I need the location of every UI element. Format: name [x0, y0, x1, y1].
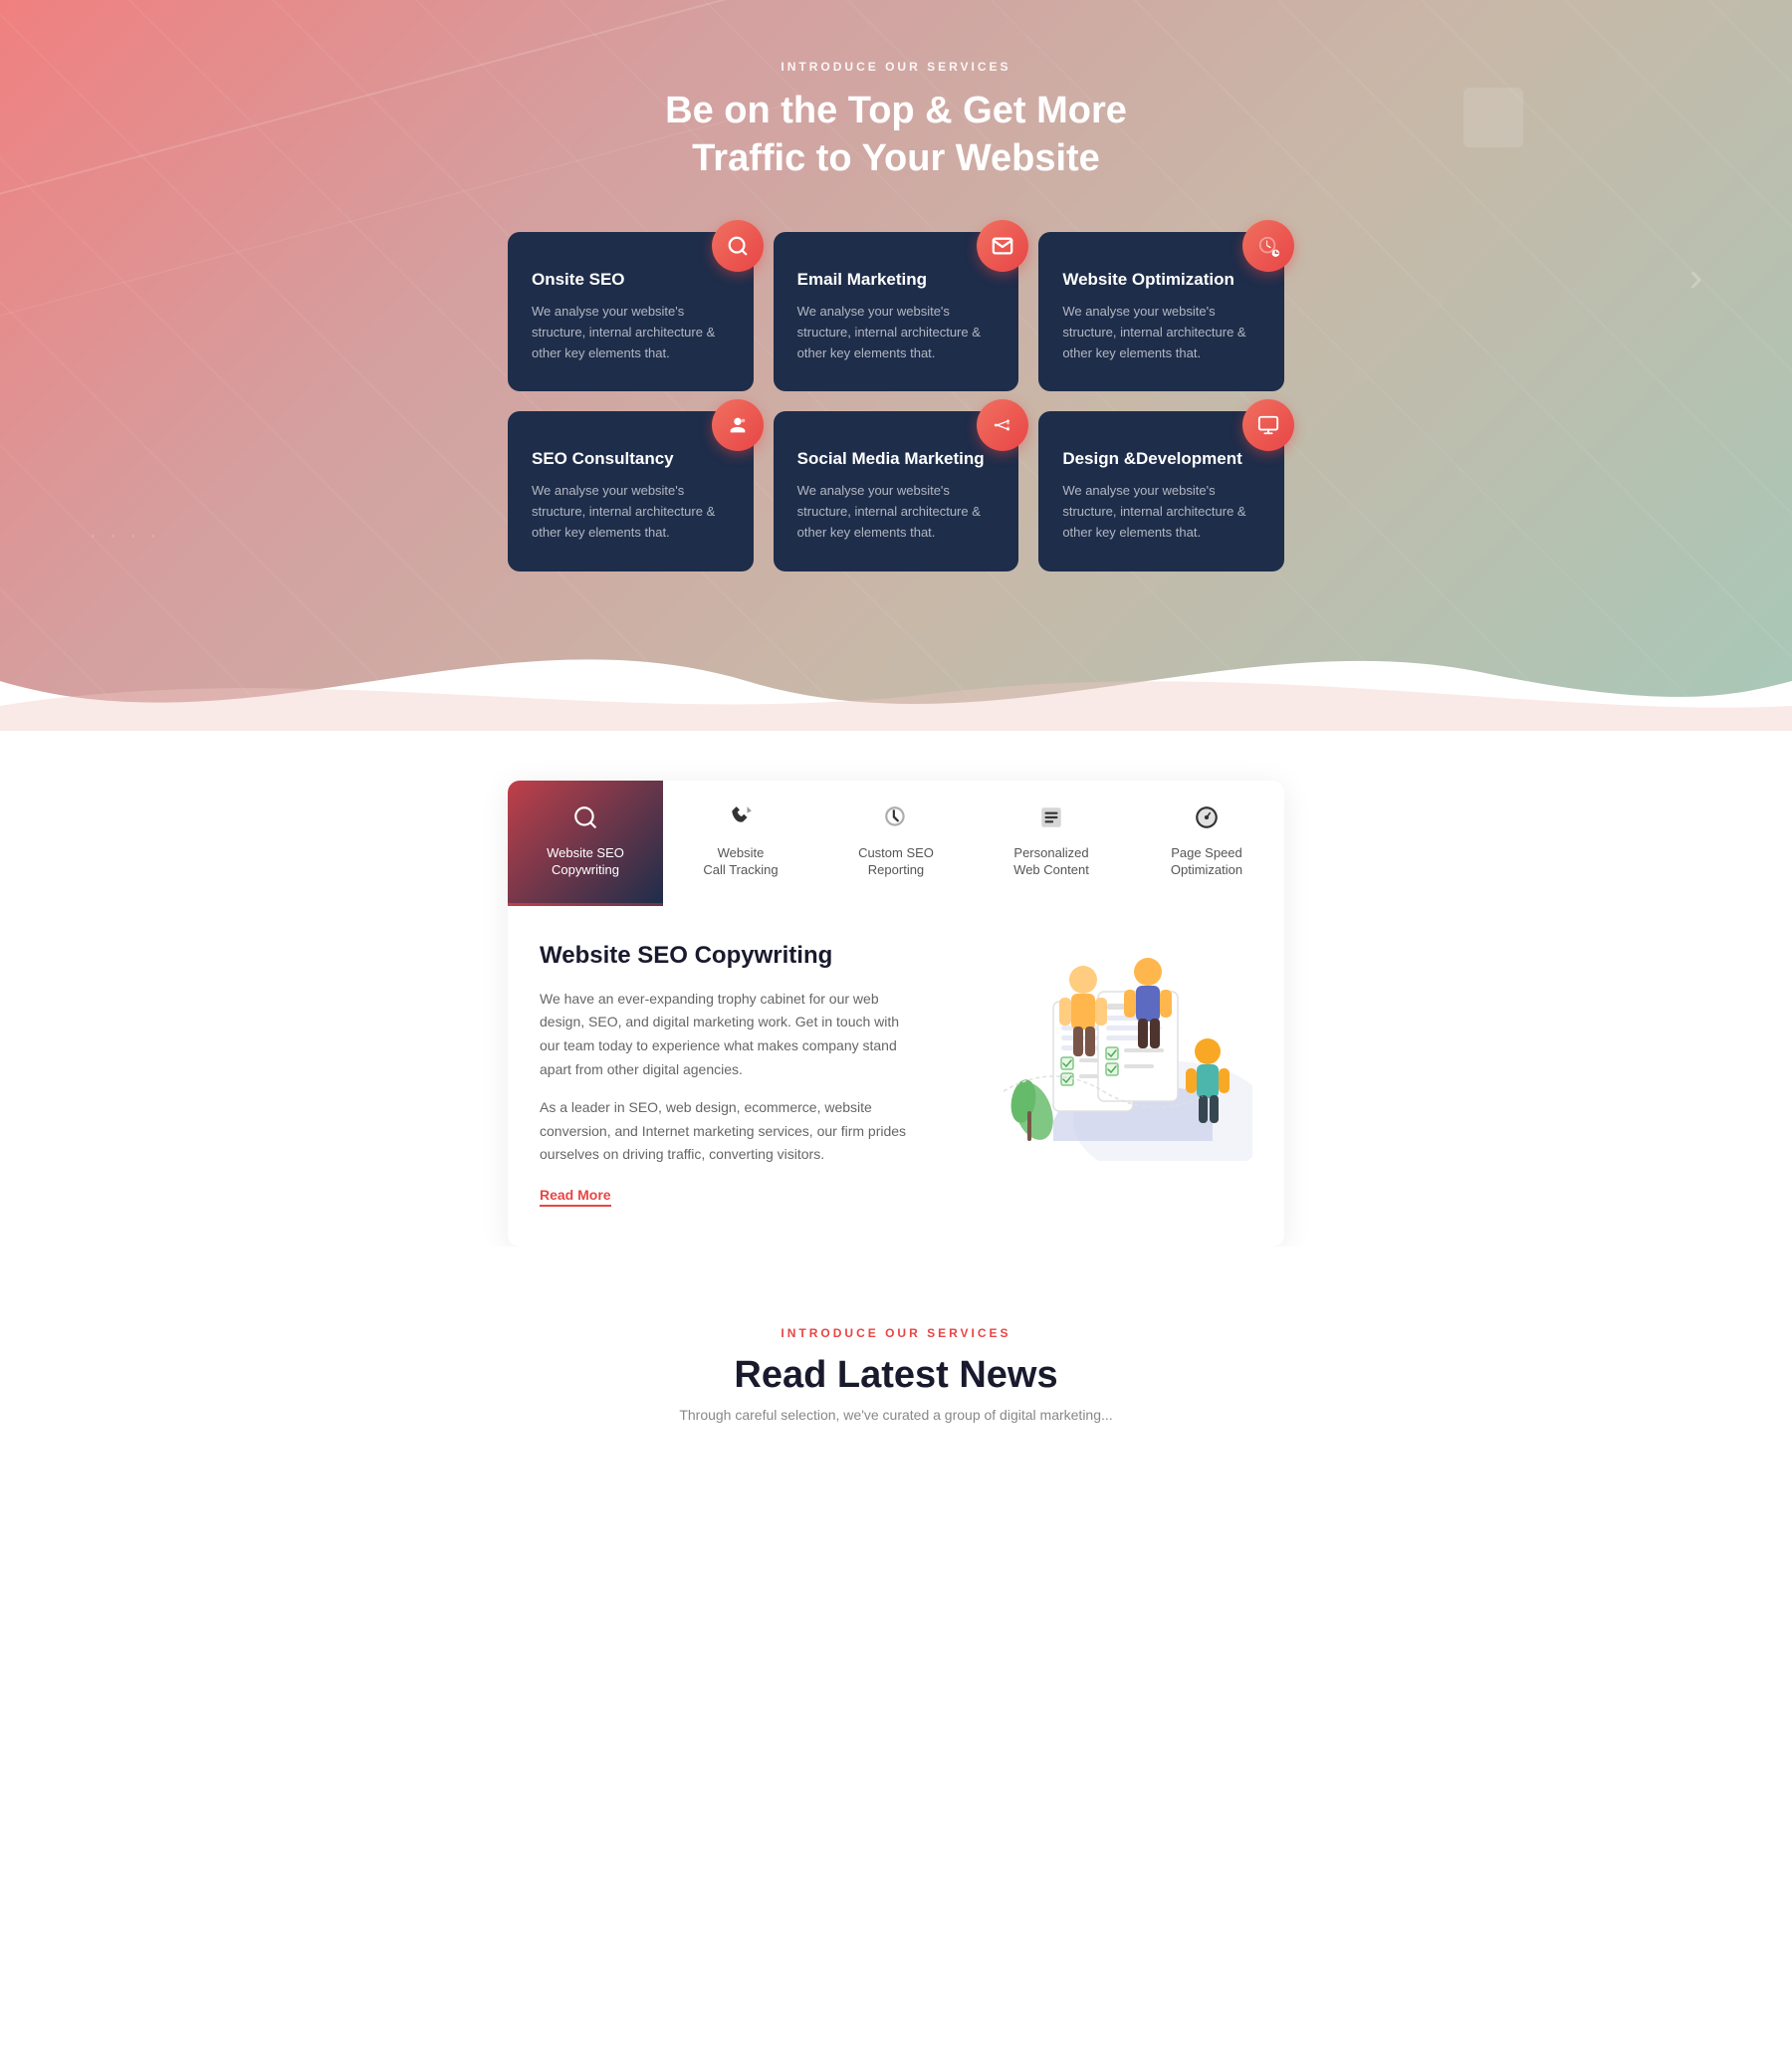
- tab-item-website-call-tracking[interactable]: WebsiteCall Tracking: [663, 781, 818, 906]
- service-icon-onsite-seo: [712, 220, 764, 272]
- service-card-seo-consultancy: SEO Consultancy We analyse your website's…: [508, 411, 754, 571]
- tab-icon-custom-seo-reporting: [883, 804, 909, 837]
- tab-icon-page-speed-optimization: [1194, 804, 1220, 837]
- tab-item-personalized-web-content[interactable]: PersonalizedWeb Content: [974, 781, 1129, 906]
- hero-section-label: INTRODUCE OUR SERVICES: [20, 60, 1772, 74]
- service-title-email-marketing: Email Marketing: [797, 270, 996, 290]
- tab-item-custom-seo-reporting[interactable]: Custom SEOReporting: [818, 781, 974, 906]
- tab-icon-website-seo-copywriting: [572, 804, 598, 837]
- tab-content-image: [954, 942, 1252, 1161]
- service-card-onsite-seo: Onsite SEO We analyse your website's stru…: [508, 232, 754, 391]
- news-section: INTRODUCE OUR SERVICES Read Latest News …: [0, 1247, 1792, 1463]
- service-desc-email-marketing: We analyse your website's structure, int…: [797, 302, 996, 363]
- service-title-design-development: Design &Development: [1062, 449, 1260, 469]
- service-title-onsite-seo: Onsite SEO: [532, 270, 730, 290]
- service-icon-website-optimization: [1242, 220, 1294, 272]
- tab-content: Website SEO Copywriting We have an ever-…: [508, 906, 1284, 1248]
- hero-title-line2: Traffic to Your Website: [692, 137, 1100, 179]
- wave-separator: [0, 631, 1792, 731]
- service-desc-onsite-seo: We analyse your website's structure, int…: [532, 302, 730, 363]
- service-title-seo-consultancy: SEO Consultancy: [532, 449, 730, 469]
- tab-content-paragraph2: As a leader in SEO, web design, ecommerc…: [540, 1096, 914, 1167]
- service-icon-email-marketing: [977, 220, 1028, 272]
- tab-label-website-call-tracking: WebsiteCall Tracking: [703, 845, 778, 879]
- tab-icon-website-call-tracking: [728, 804, 754, 837]
- decorative-arrow: ›: [1689, 256, 1702, 301]
- tab-content-title: Website SEO Copywriting: [540, 942, 914, 970]
- tab-item-website-seo-copywriting[interactable]: Website SEOCopywriting: [508, 781, 663, 906]
- illustration: [954, 942, 1252, 1161]
- decorative-dots: · · · ·: [90, 525, 160, 548]
- service-desc-social-media-marketing: We analyse your website's structure, int…: [797, 481, 996, 543]
- tab-label-custom-seo-reporting: Custom SEOReporting: [858, 845, 934, 879]
- tab-label-personalized-web-content: PersonalizedWeb Content: [1013, 845, 1089, 879]
- service-desc-website-optimization: We analyse your website's structure, int…: [1062, 302, 1260, 363]
- tab-container: Website SEOCopywriting WebsiteCall Tracki…: [508, 781, 1284, 1247]
- tab-label-page-speed-optimization: Page SpeedOptimization: [1171, 845, 1242, 879]
- service-icon-design-development: [1242, 399, 1294, 451]
- service-desc-seo-consultancy: We analyse your website's structure, int…: [532, 481, 730, 543]
- tab-section: Website SEOCopywriting WebsiteCall Tracki…: [0, 731, 1792, 1247]
- decorative-square: [1463, 88, 1523, 147]
- service-icon-social-media-marketing: [977, 399, 1028, 451]
- service-title-website-optimization: Website Optimization: [1062, 270, 1260, 290]
- services-grid: Onsite SEO We analyse your website's stru…: [508, 232, 1284, 571]
- tab-content-paragraph1: We have an ever-expanding trophy cabinet…: [540, 988, 914, 1082]
- tab-icon-personalized-web-content: [1038, 804, 1064, 837]
- tab-content-text: Website SEO Copywriting We have an ever-…: [540, 942, 914, 1208]
- hero-section: › · · · · INTRODUCE OUR SERVICES Be on t…: [0, 0, 1792, 731]
- service-desc-design-development: We analyse your website's structure, int…: [1062, 481, 1260, 543]
- tab-label-website-seo-copywriting: Website SEOCopywriting: [547, 845, 624, 879]
- news-section-label: INTRODUCE OUR SERVICES: [20, 1326, 1772, 1340]
- service-title-social-media-marketing: Social Media Marketing: [797, 449, 996, 469]
- service-card-website-optimization: Website Optimization We analyse your webs…: [1038, 232, 1284, 391]
- news-subtitle: Through careful selection, we've curated…: [20, 1407, 1772, 1423]
- tab-item-page-speed-optimization[interactable]: Page SpeedOptimization: [1129, 781, 1284, 906]
- service-card-design-development: Design &Development We analyse your websi…: [1038, 411, 1284, 571]
- hero-title-line1: Be on the Top & Get More: [665, 90, 1127, 131]
- service-card-social-media-marketing: Social Media Marketing We analyse your we…: [774, 411, 1019, 571]
- news-title: Read Latest News: [20, 1354, 1772, 1397]
- service-card-email-marketing: Email Marketing We analyse your website's…: [774, 232, 1019, 391]
- read-more-link[interactable]: Read More: [540, 1187, 611, 1207]
- tab-header: Website SEOCopywriting WebsiteCall Tracki…: [508, 781, 1284, 906]
- service-icon-seo-consultancy: [712, 399, 764, 451]
